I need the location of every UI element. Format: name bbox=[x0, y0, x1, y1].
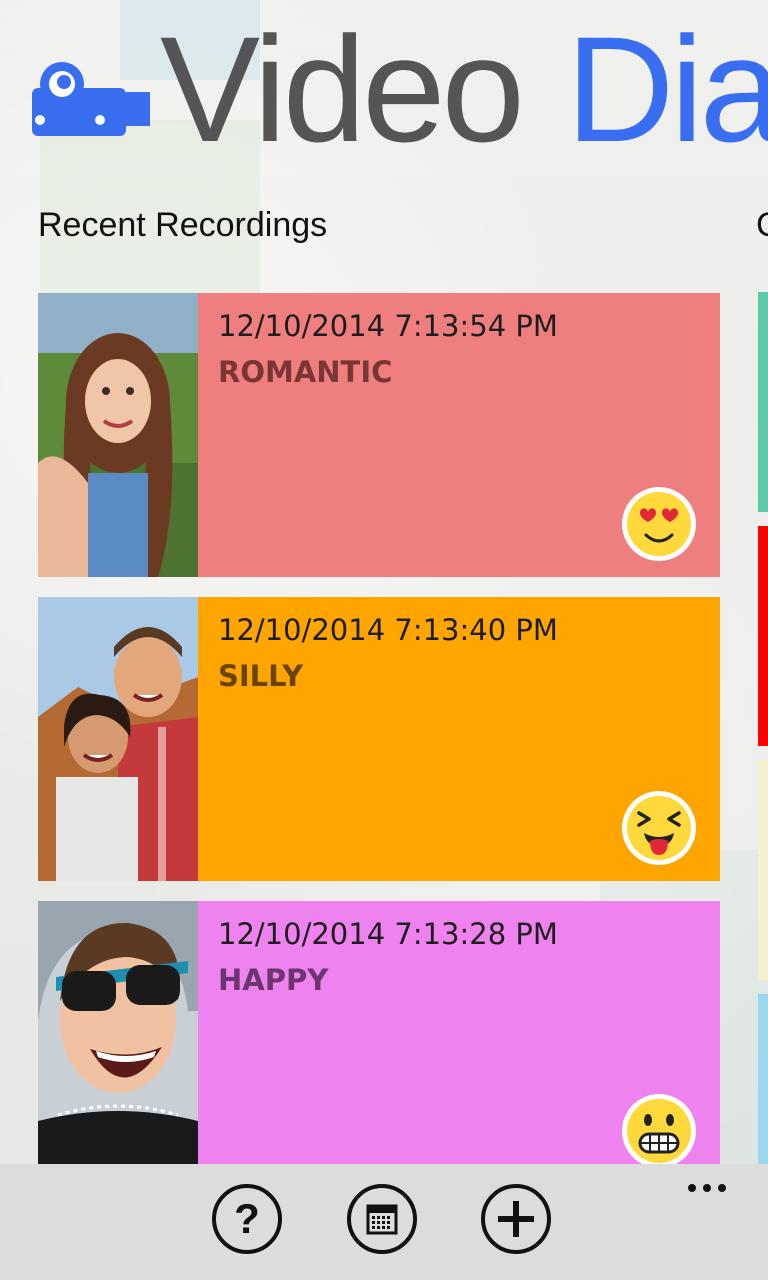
calendar-icon bbox=[366, 1204, 398, 1235]
calendar-button[interactable] bbox=[347, 1184, 417, 1254]
recording-card[interactable]: 12/10/2014 7:13:54 PM ROMANTIC bbox=[198, 293, 720, 577]
grinning-emoji-icon bbox=[622, 1094, 696, 1168]
side-strip[interactable] bbox=[758, 760, 768, 980]
video-camera-icon bbox=[32, 62, 150, 136]
side-strip[interactable] bbox=[758, 292, 768, 512]
next-section-title-peek[interactable]: C bbox=[756, 206, 768, 245]
recording-item-happy[interactable]: 12/10/2014 7:13:28 PM HAPPY bbox=[38, 901, 720, 1168]
recording-datetime: 12/10/2014 7:13:40 PM bbox=[218, 613, 558, 647]
more-options-icon[interactable] bbox=[682, 1176, 732, 1200]
recording-thumbnail bbox=[38, 293, 198, 577]
heart-eyes-emoji-icon bbox=[622, 487, 696, 561]
app-title-video: Video bbox=[160, 5, 525, 173]
section-title-recent: Recent Recordings bbox=[38, 206, 328, 244]
recording-card[interactable]: 12/10/2014 7:13:40 PM SILLY bbox=[198, 597, 720, 881]
tongue-out-emoji-icon bbox=[622, 791, 696, 865]
app-bar: ? bbox=[0, 1164, 768, 1280]
recording-mood: SILLY bbox=[218, 659, 304, 693]
recording-item-silly[interactable]: 12/10/2014 7:13:40 PM SILLY bbox=[38, 597, 720, 881]
recording-card[interactable]: 12/10/2014 7:13:28 PM HAPPY bbox=[198, 901, 720, 1168]
recording-mood: HAPPY bbox=[218, 963, 329, 997]
recording-datetime: 12/10/2014 7:13:54 PM bbox=[218, 309, 558, 343]
side-strip[interactable] bbox=[758, 526, 768, 746]
app-header: Video Dia bbox=[0, 0, 768, 190]
add-icon bbox=[498, 1201, 534, 1237]
recording-item-romantic[interactable]: 12/10/2014 7:13:54 PM ROMANTIC bbox=[38, 293, 720, 577]
help-button[interactable]: ? bbox=[212, 1184, 282, 1254]
recording-thumbnail bbox=[38, 901, 198, 1166]
recording-thumbnail bbox=[38, 597, 198, 881]
add-recording-button[interactable] bbox=[481, 1184, 551, 1254]
recording-datetime: 12/10/2014 7:13:28 PM bbox=[218, 917, 558, 951]
recording-mood: ROMANTIC bbox=[218, 355, 393, 389]
app-title-diary: Dia bbox=[566, 5, 768, 173]
side-strip[interactable] bbox=[758, 994, 768, 1166]
help-icon: ? bbox=[234, 1195, 260, 1242]
